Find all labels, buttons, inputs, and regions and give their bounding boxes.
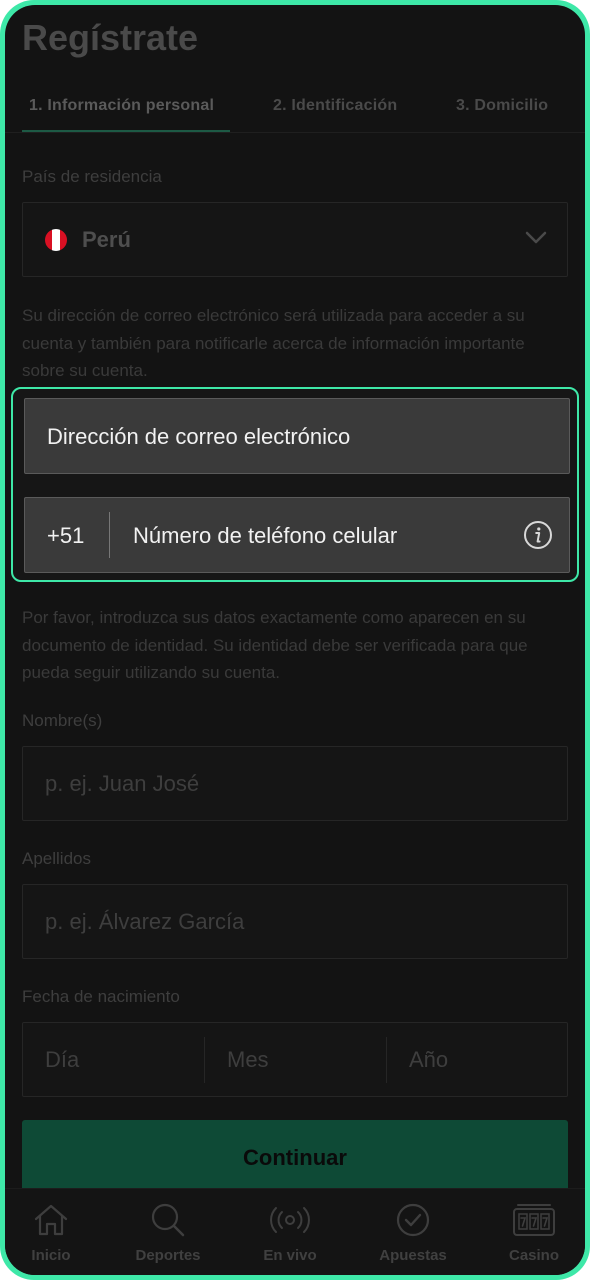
month-input[interactable]: Mes bbox=[227, 1047, 269, 1073]
email-placeholder: Dirección de correo electrónico bbox=[47, 424, 351, 449]
identity-notice: Por favor, introduzca sus datos exactame… bbox=[22, 608, 528, 682]
date-divider bbox=[204, 1037, 205, 1083]
continue-button[interactable]: Continuar bbox=[22, 1120, 568, 1196]
tab-identification[interactable]: 2. Identificación bbox=[273, 97, 397, 115]
nav-casino-label: Casino bbox=[508, 1247, 559, 1264]
check-circle-icon bbox=[396, 1203, 430, 1237]
info-icon[interactable] bbox=[523, 520, 553, 550]
home-icon bbox=[34, 1204, 68, 1236]
email-field[interactable]: Dirección de correo electrónico bbox=[24, 398, 570, 474]
nav-sports[interactable]: Deportes bbox=[113, 1201, 223, 1264]
birth-date-fields: Día Mes Año bbox=[22, 1022, 568, 1097]
nav-bets[interactable]: Apuestas bbox=[358, 1201, 468, 1264]
phone-placeholder: Número de teléfono celular bbox=[133, 523, 398, 548]
country-value: Perú bbox=[82, 227, 131, 252]
nav-live-label: En vivo bbox=[263, 1247, 317, 1264]
nav-bets-label: Apuestas bbox=[379, 1247, 447, 1264]
peru-flag-icon bbox=[45, 229, 67, 251]
date-divider bbox=[386, 1037, 387, 1083]
first-name-label: Nombre(s) bbox=[22, 711, 103, 730]
continue-label: Continuar bbox=[243, 1145, 347, 1170]
last-name-label: Apellidos bbox=[22, 849, 91, 868]
active-tab-indicator bbox=[22, 130, 230, 132]
device-frame: Regístrate 1. Información personal 2. Id… bbox=[0, 0, 590, 1280]
step-tabs: 1. Información personal 2. Identificació… bbox=[5, 87, 585, 133]
nav-sports-label: Deportes bbox=[135, 1247, 201, 1264]
last-name-placeholder: p. ej. Álvarez García bbox=[45, 909, 245, 934]
prefix-divider bbox=[109, 512, 110, 558]
first-name-placeholder: p. ej. Juan José bbox=[45, 771, 200, 796]
country-select[interactable]: Perú bbox=[22, 202, 568, 277]
tab-personal-info[interactable]: 1. Información personal bbox=[29, 97, 214, 115]
day-input[interactable]: Día bbox=[45, 1047, 79, 1073]
page-title: Regístrate bbox=[22, 17, 199, 58]
email-notice: Su dirección de correo electrónico será … bbox=[22, 306, 525, 380]
search-icon bbox=[151, 1203, 185, 1237]
screen: Regístrate 1. Información personal 2. Id… bbox=[5, 5, 585, 1275]
nav-home[interactable]: Inicio bbox=[5, 1201, 106, 1264]
first-name-input[interactable]: p. ej. Juan José bbox=[22, 746, 568, 821]
phone-field[interactable]: +51 Número de teléfono celular bbox=[24, 497, 570, 573]
nav-home-label: Inicio bbox=[31, 1247, 71, 1264]
birth-date-label: Fecha de nacimiento bbox=[22, 987, 180, 1006]
slot-machine-icon bbox=[513, 1204, 555, 1236]
phone-prefix[interactable]: +51 bbox=[47, 523, 84, 549]
year-input[interactable]: Año bbox=[409, 1047, 448, 1073]
country-label: País de residencia bbox=[22, 167, 162, 186]
chevron-down-icon bbox=[525, 231, 547, 244]
last-name-input[interactable]: p. ej. Álvarez García bbox=[22, 884, 568, 959]
tab-address[interactable]: 3. Domicilio bbox=[456, 97, 548, 115]
contact-fields-highlight: Dirección de correo electrónico +51 Núme… bbox=[11, 387, 579, 582]
nav-live[interactable]: En vivo bbox=[235, 1201, 345, 1264]
bottom-nav: Inicio Deportes En vivo Apuestas Casino bbox=[5, 1188, 585, 1275]
live-icon bbox=[270, 1207, 310, 1233]
nav-casino[interactable]: Casino bbox=[479, 1201, 585, 1264]
